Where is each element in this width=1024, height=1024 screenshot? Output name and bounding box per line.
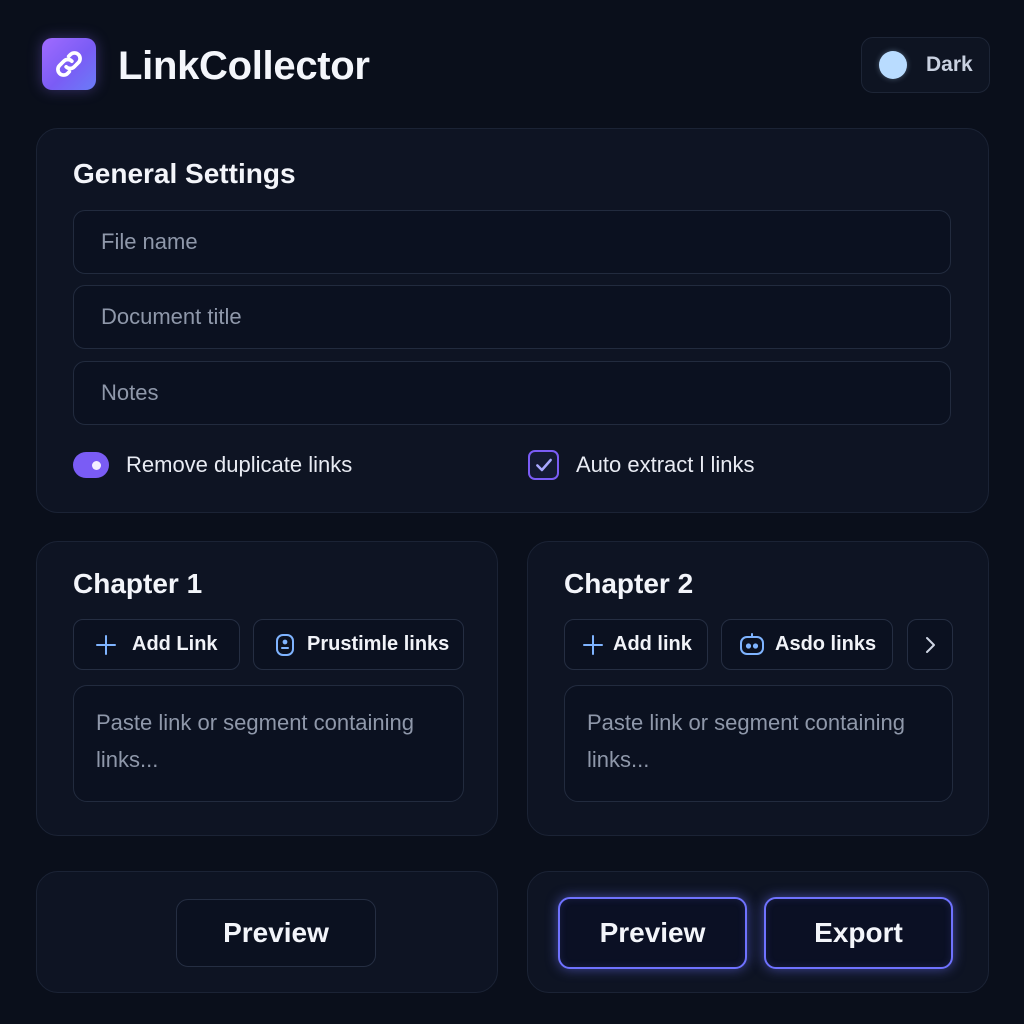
chapter-1-prustimle-links-button[interactable]: Prustimle links	[253, 619, 464, 670]
file-name-input[interactable]: File name	[73, 210, 951, 274]
export-button[interactable]: Export	[764, 897, 953, 969]
document-title-placeholder: Document title	[101, 304, 242, 329]
chapter-2-asdo-links-button[interactable]: Asdo links	[721, 619, 893, 670]
badge-icon	[274, 633, 296, 657]
chapter-1-title: Chapter 1	[73, 568, 203, 599]
general-settings-title: General Settings	[73, 158, 296, 189]
chapter-1-prustimle-links-label: Prustimle links	[307, 633, 450, 655]
theme-label: Dark	[926, 53, 973, 76]
file-name-placeholder: File name	[101, 229, 198, 254]
chapter-2-paste-area[interactable]: Paste link or segment containing links..…	[564, 685, 953, 802]
app-title: LinkCollector	[118, 44, 370, 88]
plus-icon	[581, 633, 605, 657]
chapter-1-add-link-button[interactable]: Add Link	[73, 619, 240, 670]
chapter-2-asdo-links-label: Asdo links	[775, 633, 877, 655]
preview-button-left[interactable]: Preview	[176, 899, 376, 967]
notes-input[interactable]: Notes	[73, 361, 951, 425]
document-title-input[interactable]: Document title	[73, 285, 951, 349]
remove-duplicates-option: Remove duplicate links	[73, 450, 352, 480]
remove-duplicates-toggle[interactable]	[73, 452, 109, 478]
bot-icon	[739, 632, 765, 657]
notes-placeholder: Notes	[101, 380, 159, 405]
remove-duplicates-label: Remove duplicate links	[126, 452, 353, 477]
chapter-1-paste-area[interactable]: Paste link or segment containing links..…	[73, 685, 464, 802]
chapter-2-add-link-label: Add link	[613, 633, 692, 655]
auto-extract-option: Auto extract l links	[528, 449, 755, 481]
chapter-1-add-link-label: Add Link	[132, 633, 218, 655]
auto-extract-checkbox[interactable]	[528, 450, 559, 480]
check-icon	[535, 458, 552, 472]
theme-dot-icon	[879, 51, 907, 79]
chapter-2-title: Chapter 2	[564, 568, 694, 599]
link-icon	[56, 51, 82, 77]
chevron-right-icon	[921, 635, 939, 655]
app-logo	[42, 38, 96, 90]
chapter-2-add-link-button[interactable]: Add link	[564, 619, 708, 670]
preview-button-right[interactable]: Preview	[558, 897, 747, 969]
theme-toggle-button[interactable]: Dark	[861, 37, 990, 93]
chapter-2-more-button[interactable]	[907, 619, 953, 670]
auto-extract-label: Auto extract l links	[576, 452, 755, 477]
plus-icon	[94, 633, 118, 657]
